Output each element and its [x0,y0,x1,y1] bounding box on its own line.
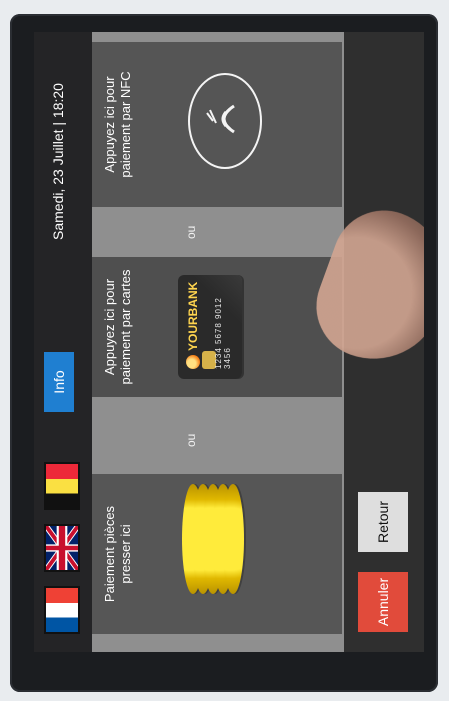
card-number: 1234 5678 9012 3456 [214,297,232,369]
nfc-payment-label: Appuyez ici pour paiement par NFC [102,71,133,178]
touchscreen: Info Samedi, 23 Juillet | 18:20 Paiement… [34,32,424,652]
landscape-ui: Info Samedi, 23 Juillet | 18:20 Paiement… [34,32,424,652]
belgium-flag-icon[interactable] [44,462,80,510]
coin [222,484,244,594]
or-separator-2: ou [184,225,198,239]
date-time: Samedi, 23 Juillet | 18:20 [50,83,66,240]
back-button-label: Retour [375,500,391,544]
card-payment-tile[interactable]: Appuyez ici pour paiement par cartes YOU… [92,257,342,397]
bank-logo-icon [186,355,200,369]
cancel-button[interactable]: Annuler [358,572,408,632]
nfc-payment-tile[interactable]: Appuyez ici pour paiement par NFC [92,42,342,207]
coin-stack-icon [182,480,252,600]
card-payment-label: Appuyez ici pour paiement par cartes [102,269,133,385]
language-selector [44,462,80,634]
info-button[interactable]: Info [44,352,74,412]
cancel-button-label: Annuler [375,577,391,627]
uk-flag-svg [46,526,78,570]
top-bar: Info Samedi, 23 Juillet | 18:20 [34,32,92,652]
card-icon: YOURBANK 1234 5678 9012 3456 [178,275,242,379]
back-button[interactable]: Retour [358,492,408,552]
france-flag-icon[interactable] [44,586,80,634]
coin-payment-label: Paiement pièces presser ici [102,505,133,603]
or-separator-1: ou [184,433,198,447]
nfc-waves-icon [206,104,235,134]
uk-flag-icon[interactable] [44,524,80,572]
info-button-label: Info [51,370,67,394]
coin-payment-tile[interactable]: Paiement pièces presser ici [92,474,342,634]
card-brand: YOURBANK [186,281,200,351]
